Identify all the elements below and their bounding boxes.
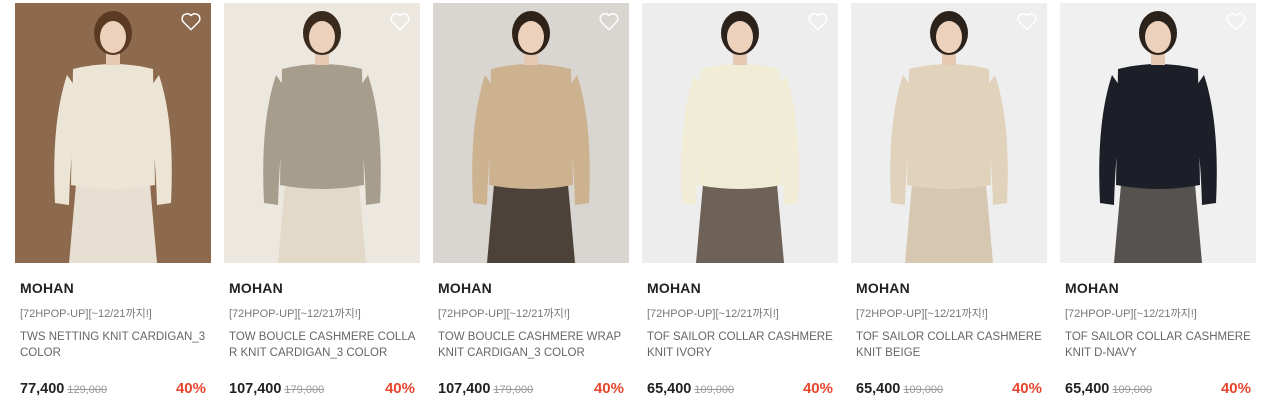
model-face: [518, 21, 544, 53]
model-face: [309, 21, 335, 53]
model-top: [907, 64, 991, 189]
product-brand[interactable]: MOHAN: [20, 280, 74, 296]
product-promo-tag: [72HPOP-UP][~12/21까지!]: [438, 308, 570, 320]
model-face: [1145, 21, 1171, 53]
wishlist-heart-icon[interactable]: [807, 11, 829, 31]
original-price: 179,000: [284, 384, 325, 396]
product-brand[interactable]: MOHAN: [647, 280, 701, 296]
product-card[interactable]: MOHAN [72HPOP-UP][~12/21까지!] TOW BOUCLE …: [433, 3, 629, 403]
product-brand[interactable]: MOHAN: [1065, 280, 1119, 296]
discount-rate: 40%: [1011, 380, 1042, 397]
heart-outline: [1017, 13, 1037, 31]
heart-outline: [599, 13, 619, 31]
product-grid: MOHAN [72HPOP-UP][~12/21까지!] TWS NETTING…: [0, 0, 1267, 405]
model-face: [100, 21, 126, 53]
original-price: 109,000: [694, 384, 735, 396]
heart-outline-icon: [181, 13, 201, 31]
heart-outline-icon: [390, 13, 410, 31]
product-image[interactable]: [224, 3, 420, 263]
product-brand[interactable]: MOHAN: [438, 280, 492, 296]
product-card[interactable]: MOHAN [72HPOP-UP][~12/21까지!] TOF SAILOR …: [642, 3, 838, 403]
model-photo: [15, 3, 211, 263]
heart-outline: [390, 13, 410, 31]
sale-price: 77,400: [20, 381, 65, 397]
price-row: 65,400 109,000 40%: [647, 380, 833, 400]
price-row: 65,400 109,000 40%: [1065, 380, 1251, 400]
discount-rate: 40%: [1220, 380, 1251, 397]
product-promo-tag: [72HPOP-UP][~12/21까지!]: [856, 308, 988, 320]
product-brand[interactable]: MOHAN: [229, 280, 283, 296]
product-image[interactable]: [851, 3, 1047, 263]
model-top: [489, 64, 573, 189]
product-card[interactable]: MOHAN [72HPOP-UP][~12/21까지!] TOF SAILOR …: [851, 3, 1047, 403]
product-name[interactable]: TOW BOUCLE CASHMERE COLLAR KNIT CARDIGAN…: [229, 329, 417, 361]
wishlist-heart-icon[interactable]: [389, 11, 411, 31]
product-image[interactable]: [642, 3, 838, 263]
product-name[interactable]: TOF SAILOR COLLAR CASHMERE KNIT D-NAVY: [1065, 329, 1253, 361]
product-promo-tag: [72HPOP-UP][~12/21까지!]: [20, 308, 152, 320]
product-promo-tag: [72HPOP-UP][~12/21까지!]: [229, 308, 361, 320]
product-promo-tag: [72HPOP-UP][~12/21까지!]: [1065, 308, 1197, 320]
heart-outline-icon: [1226, 13, 1246, 31]
discount-rate: 40%: [802, 380, 833, 397]
model-photo: [433, 3, 629, 263]
sale-price: 107,400: [438, 381, 491, 397]
heart-outline-icon: [1017, 13, 1037, 31]
model-photo: [642, 3, 838, 263]
wishlist-heart-icon[interactable]: [598, 11, 620, 31]
wishlist-heart-icon[interactable]: [1016, 11, 1038, 31]
product-name[interactable]: TOF SAILOR COLLAR CASHMERE KNIT IVORY: [647, 329, 835, 361]
product-image[interactable]: [433, 3, 629, 263]
price-row: 65,400 109,000 40%: [856, 380, 1042, 400]
sale-price: 107,400: [229, 381, 282, 397]
original-price: 129,000: [67, 384, 108, 396]
model-photo: [851, 3, 1047, 263]
product-card[interactable]: MOHAN [72HPOP-UP][~12/21까지!] TOW BOUCLE …: [224, 3, 420, 403]
discount-rate: 40%: [175, 380, 206, 397]
price-row: 107,400 179,000 40%: [438, 380, 624, 400]
discount-rate: 40%: [593, 380, 624, 397]
product-name[interactable]: TWS NETTING KNIT CARDIGAN_3 COLOR: [20, 329, 208, 361]
heart-outline-icon: [599, 13, 619, 31]
model-top: [71, 64, 155, 189]
discount-rate: 40%: [384, 380, 415, 397]
product-promo-tag: [72HPOP-UP][~12/21까지!]: [647, 308, 779, 320]
original-price: 109,000: [1112, 384, 1153, 396]
model-face: [936, 21, 962, 53]
sale-price: 65,400: [647, 381, 692, 397]
model-face: [727, 21, 753, 53]
sale-price: 65,400: [1065, 381, 1110, 397]
product-card[interactable]: MOHAN [72HPOP-UP][~12/21까지!] TOF SAILOR …: [1060, 3, 1256, 403]
model-photo: [224, 3, 420, 263]
product-image[interactable]: [15, 3, 211, 263]
wishlist-heart-icon[interactable]: [1225, 11, 1247, 31]
sale-price: 65,400: [856, 381, 901, 397]
original-price: 109,000: [903, 384, 944, 396]
model-top: [698, 64, 782, 189]
heart-outline-icon: [808, 13, 828, 31]
product-image[interactable]: [1060, 3, 1256, 263]
price-row: 77,400 129,000 40%: [20, 380, 206, 400]
price-row: 107,400 179,000 40%: [229, 380, 415, 400]
original-price: 179,000: [493, 384, 534, 396]
wishlist-heart-icon[interactable]: [180, 11, 202, 31]
heart-outline: [808, 13, 828, 31]
model-top: [1116, 64, 1200, 189]
heart-outline: [181, 13, 201, 31]
model-photo: [1060, 3, 1256, 263]
product-brand[interactable]: MOHAN: [856, 280, 910, 296]
product-card[interactable]: MOHAN [72HPOP-UP][~12/21까지!] TWS NETTING…: [15, 3, 211, 403]
heart-outline: [1226, 13, 1246, 31]
model-top: [280, 64, 364, 189]
product-name[interactable]: TOW BOUCLE CASHMERE WRAP KNIT CARDIGAN_3…: [438, 329, 626, 361]
product-name[interactable]: TOF SAILOR COLLAR CASHMERE KNIT BEIGE: [856, 329, 1044, 361]
